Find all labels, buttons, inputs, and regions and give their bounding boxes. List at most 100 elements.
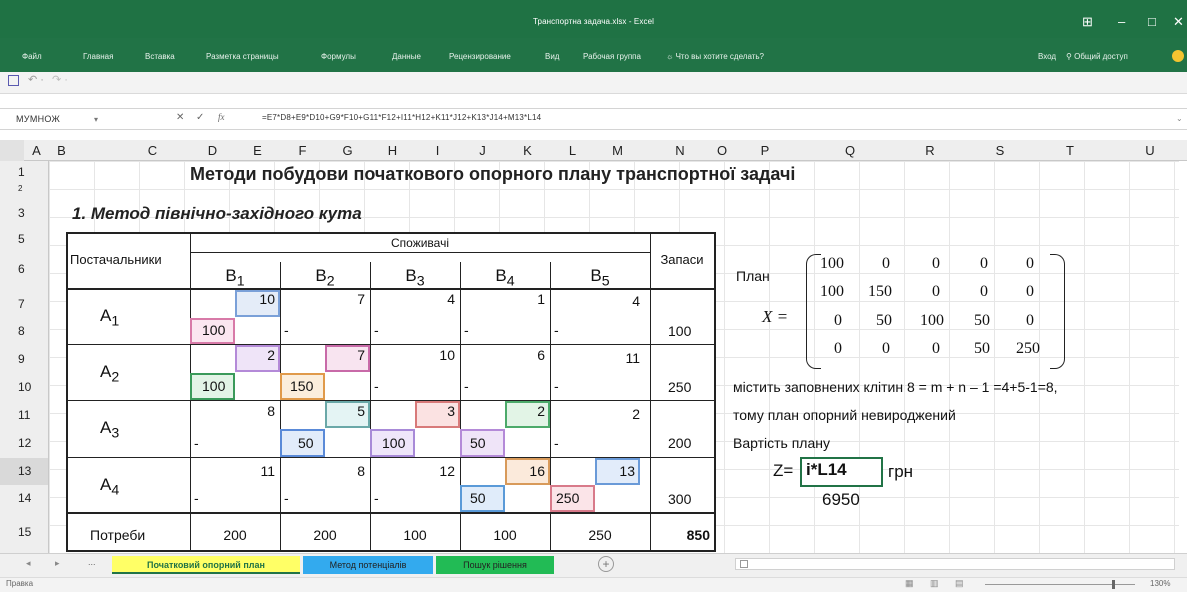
tab-insert[interactable]: Вставка — [145, 52, 175, 61]
m-4-5: 250 — [1016, 340, 1040, 357]
cost-a3b2: 5 — [357, 403, 365, 419]
select-all-corner[interactable] — [0, 140, 24, 161]
tab-home[interactable]: Главная — [83, 52, 113, 61]
row-header-6[interactable]: 6 — [0, 247, 49, 291]
insert-function-icon[interactable]: fx — [218, 112, 225, 122]
normal-view-icon[interactable]: ▦ — [905, 578, 914, 589]
col-header-P[interactable]: P — [745, 143, 785, 158]
tab-formulas[interactable]: Формулы — [321, 52, 356, 61]
row-header-10[interactable]: 10 — [0, 373, 49, 401]
row-header-9[interactable]: 9 — [0, 345, 49, 373]
cost-a2b2: 7 — [357, 347, 365, 363]
row-header-12[interactable]: 12 — [0, 429, 49, 458]
cost-label: Вартість плану — [733, 435, 830, 451]
tab-file[interactable]: Файл — [22, 52, 42, 61]
tab-data[interactable]: Данные — [392, 52, 421, 61]
cost-a4b1: 11 — [260, 463, 275, 479]
row-header-11[interactable]: 11 — [0, 401, 49, 429]
alloc-a3b2: 50 — [298, 435, 314, 451]
row-header-1[interactable]: 1 — [0, 161, 49, 184]
col-header-G[interactable]: G — [325, 143, 370, 158]
sheet-tab-initial-plan[interactable]: Початковий опорний план — [112, 556, 300, 574]
tab-workgroup[interactable]: Рабочая группа — [583, 52, 641, 61]
sheet-tab-potentials[interactable]: Метод потенціалів — [303, 556, 433, 574]
col-header-K[interactable]: K — [505, 143, 550, 158]
row-header-7[interactable]: 7 — [0, 291, 49, 318]
cost-a1b3: 4 — [447, 291, 455, 307]
row-header-15[interactable]: 15 — [0, 512, 49, 553]
page-break-view-icon[interactable]: ▤ — [955, 578, 964, 589]
col-header-L[interactable]: L — [550, 143, 595, 158]
m-4-4: 50 — [974, 340, 990, 357]
add-sheet-icon[interactable]: + — [598, 556, 614, 572]
col-header-D[interactable]: D — [190, 143, 235, 158]
cost-a3b5: 2 — [632, 406, 640, 422]
col-header-I[interactable]: I — [415, 143, 460, 158]
cost-a4b2: 8 — [357, 463, 365, 479]
undo-icon[interactable]: ↶ · — [28, 73, 44, 86]
total-amount: 850 — [686, 527, 710, 543]
col-header-N[interactable]: N — [650, 143, 710, 158]
matrix-left-paren — [806, 254, 821, 369]
scroll-thumb[interactable] — [740, 560, 748, 568]
minimize-button[interactable]: – — [1118, 15, 1125, 28]
col-header-A[interactable]: A — [24, 143, 49, 158]
col-header-T[interactable]: T — [1040, 143, 1100, 158]
redo-icon[interactable]: ↷ · — [52, 73, 68, 86]
m-3-2: 50 — [876, 312, 892, 329]
row-header-13[interactable]: 13 — [0, 458, 49, 485]
supplier-index: 1 — [111, 313, 120, 330]
horizontal-scrollbar[interactable] — [735, 558, 1175, 570]
col-header-J[interactable]: J — [460, 143, 505, 158]
col-header-M[interactable]: M — [595, 143, 640, 158]
row-header-8[interactable]: 8 — [0, 318, 49, 345]
sign-in-link[interactable]: Вход — [1038, 52, 1056, 61]
zoom-slider-thumb[interactable] — [1112, 580, 1115, 589]
row-header-2[interactable]: 2 — [0, 184, 49, 194]
share-button[interactable]: ⚲ Общий доступ — [1066, 52, 1128, 61]
row-header-3[interactable]: 3 — [0, 194, 49, 232]
tab-page-layout[interactable]: Разметка страницы — [206, 52, 279, 61]
save-icon[interactable] — [8, 75, 19, 86]
formula-input[interactable]: =E7*D8+E9*D10+G9*F10+G11*F12+I11*H12+K11… — [262, 113, 541, 122]
col-header-R[interactable]: R — [900, 143, 960, 158]
chevron-down-icon[interactable]: ▾ — [94, 111, 98, 128]
col-header-H[interactable]: H — [370, 143, 415, 158]
row-header-5[interactable]: 5 — [0, 232, 49, 247]
col-header-Q[interactable]: Q — [810, 143, 890, 158]
alloc-a2b1: 100 — [202, 378, 226, 394]
name-box[interactable]: МУМНОЖ ▾ — [12, 111, 130, 128]
stock-a2: 250 — [668, 379, 692, 395]
supplier-name: A — [100, 418, 112, 437]
col-header-C[interactable]: C — [120, 143, 185, 158]
zoom-level[interactable]: 130% — [1150, 579, 1170, 588]
tell-me-search[interactable]: ☼ Что вы хотите сделать? — [666, 52, 764, 61]
expand-formula-icon[interactable]: ⌄ — [1176, 114, 1183, 123]
alloc-a4b4: 50 — [470, 490, 486, 506]
scroll-left-icon[interactable]: ◂ — [26, 558, 31, 569]
lightbulb-icon: ☼ — [666, 52, 676, 61]
scroll-right-icon[interactable]: ▸ — [55, 558, 60, 569]
feedback-smiley-icon[interactable] — [1172, 50, 1184, 62]
close-button[interactable]: ✕ — [1173, 15, 1184, 28]
demand-b2: 200 — [313, 527, 337, 543]
tab-review[interactable]: Рецензирование — [449, 52, 511, 61]
maximize-button[interactable]: □ — [1148, 15, 1156, 28]
consumers-header: Споживачі — [390, 236, 449, 250]
page-layout-view-icon[interactable]: ▥ — [930, 578, 939, 589]
enter-icon[interactable]: ✓ — [196, 112, 204, 123]
col-header-F[interactable]: F — [280, 143, 325, 158]
row-header-14[interactable]: 14 — [0, 485, 49, 512]
col-header-B[interactable]: B — [49, 143, 74, 158]
col-header-S[interactable]: S — [970, 143, 1030, 158]
demand-b5: 250 — [588, 527, 612, 543]
tab-view[interactable]: Вид — [545, 52, 559, 61]
ribbon-display-icon[interactable]: ⊞ — [1082, 15, 1093, 28]
cancel-icon[interactable]: ✕ — [176, 112, 184, 123]
sheet-tab-solver[interactable]: Пошук рішення — [436, 556, 554, 574]
col-header-O[interactable]: O — [712, 143, 732, 158]
more-sheets-icon[interactable]: ... — [88, 557, 96, 567]
col-header-E[interactable]: E — [235, 143, 280, 158]
table-hline-consumers — [190, 252, 650, 253]
col-header-U[interactable]: U — [1120, 143, 1180, 158]
